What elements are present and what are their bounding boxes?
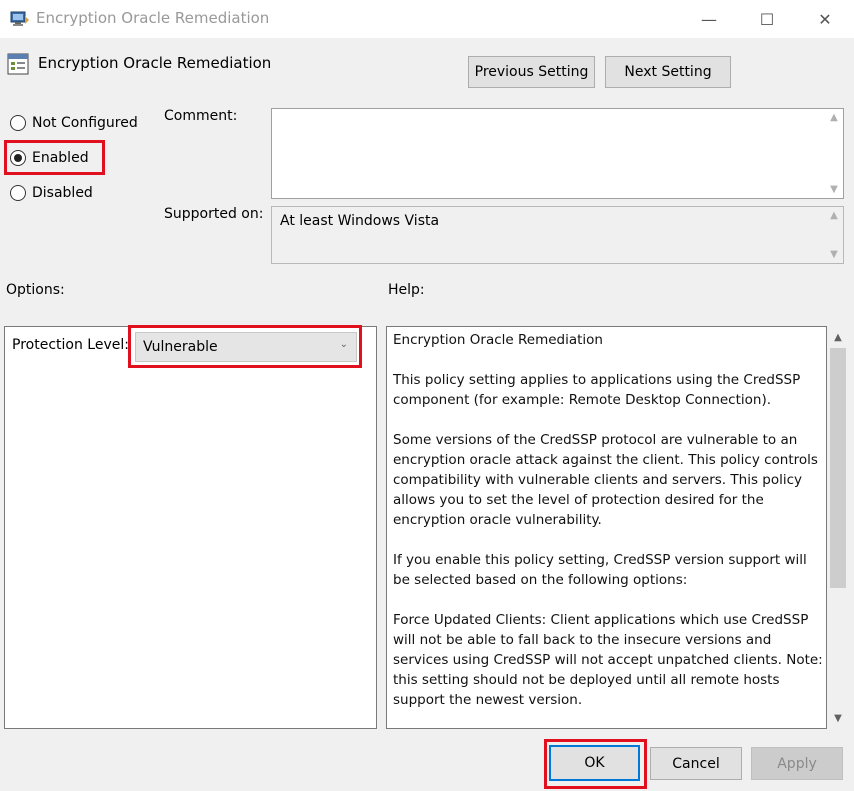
scroll-down-icon[interactable]: ▼ <box>830 249 838 260</box>
radio-label: Not Configured <box>32 115 138 131</box>
supported-on-field: At least Windows Vista ▲ ▼ <box>271 206 844 264</box>
help-paragraph: Force Updated Clients: Client applicatio… <box>393 612 823 708</box>
setting-title: Encryption Oracle Remediation <box>38 54 272 72</box>
cancel-button[interactable]: Cancel <box>650 747 742 780</box>
help-paragraph: If you enable this policy setting, CredS… <box>393 552 807 588</box>
help-paragraph: Encryption Oracle Remediation <box>393 332 603 348</box>
minimize-button[interactable]: — <box>680 0 738 38</box>
scroll-up-icon[interactable]: ▲ <box>830 112 838 123</box>
options-label: Options: <box>6 282 65 298</box>
scroll-down-icon[interactable]: ▼ <box>828 709 848 727</box>
radio-circle <box>10 185 26 201</box>
apply-button[interactable]: Apply <box>751 747 843 780</box>
title-bar: Encryption Oracle Remediation — ☐ ✕ <box>0 0 854 38</box>
protection-level-label: Protection Level: <box>12 337 129 353</box>
comment-label: Comment: <box>164 108 238 124</box>
policy-app-icon <box>10 11 29 26</box>
options-panel: Protection Level: Vulnerable ⌄ <box>4 326 377 729</box>
comment-scrollbar[interactable]: ▲ ▼ <box>825 109 843 198</box>
chevron-down-icon: ⌄ <box>339 339 348 350</box>
next-setting-button[interactable]: Next Setting <box>605 56 731 88</box>
radio-disabled[interactable]: Disabled <box>10 182 93 204</box>
protection-level-value: Vulnerable <box>143 339 218 355</box>
supported-scrollbar[interactable]: ▲ ▼ <box>825 207 843 263</box>
radio-label: Disabled <box>32 185 93 201</box>
radio-circle <box>10 115 26 131</box>
supported-on-label: Supported on: <box>164 206 264 222</box>
help-label: Help: <box>388 282 425 298</box>
ok-button[interactable]: OK <box>549 745 640 781</box>
close-button[interactable]: ✕ <box>796 0 854 38</box>
help-text: Encryption Oracle Remediation This polic… <box>393 330 825 728</box>
maximize-button[interactable]: ☐ <box>738 0 796 38</box>
radio-not-configured[interactable]: Not Configured <box>10 112 138 134</box>
scroll-down-icon[interactable]: ▼ <box>830 184 838 195</box>
policy-setting-icon <box>7 53 29 75</box>
help-paragraph: Some versions of the CredSSP protocol ar… <box>393 432 818 528</box>
radio-circle-checked <box>10 150 26 166</box>
comment-textarea[interactable]: ▲ ▼ <box>271 108 844 199</box>
previous-setting-button[interactable]: Previous Setting <box>468 56 595 88</box>
protection-level-dropdown[interactable]: Vulnerable ⌄ <box>135 332 357 362</box>
scroll-up-icon[interactable]: ▲ <box>828 328 848 346</box>
window-title: Encryption Oracle Remediation <box>36 9 270 27</box>
scroll-thumb[interactable] <box>830 348 846 588</box>
supported-on-value: At least Windows Vista <box>280 213 440 229</box>
radio-label: Enabled <box>32 150 89 166</box>
radio-enabled[interactable]: Enabled <box>10 147 89 169</box>
help-scrollbar[interactable]: ▲ ▼ <box>828 326 848 729</box>
scroll-up-icon[interactable]: ▲ <box>830 210 838 221</box>
help-panel: Encryption Oracle Remediation This polic… <box>386 326 827 729</box>
help-paragraph: This policy setting applies to applicati… <box>393 372 801 408</box>
